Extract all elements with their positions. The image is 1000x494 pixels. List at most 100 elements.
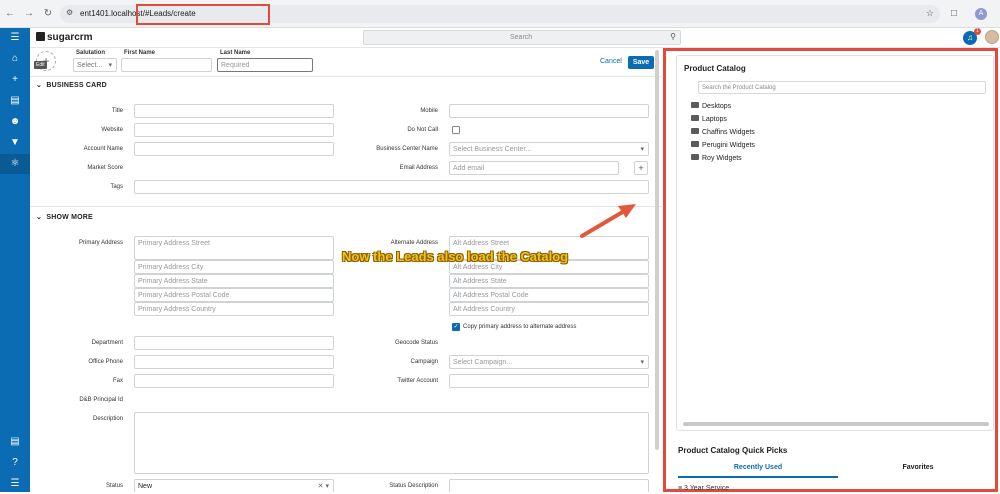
catalog-title: Product Catalog (684, 64, 746, 73)
extensions-icon[interactable]: □ (948, 8, 960, 20)
forward-icon[interactable]: → (23, 8, 35, 20)
logo-cube-icon (36, 32, 45, 41)
filter-icon[interactable]: ▼ (0, 133, 30, 153)
status-description-field[interactable] (449, 479, 649, 492)
annotation-text: Now the Leads also load the Catalog (342, 249, 569, 264)
cancel-button[interactable]: Cancel (600, 58, 622, 65)
last-name-field[interactable]: Required (217, 58, 313, 72)
account-name-field[interactable] (134, 142, 334, 156)
folder-icon (691, 102, 699, 108)
add-email-button[interactable]: + (634, 161, 648, 175)
active-tab-indicator (678, 476, 838, 478)
alt-state-field[interactable]: Alt Address State (449, 274, 649, 288)
business-card-header[interactable]: ⌄ BUSINESS CARD (36, 81, 107, 89)
department-field[interactable] (134, 336, 334, 350)
quick-pick-item[interactable]: ≡ 3 Year Service (678, 485, 729, 492)
layers-icon[interactable]: ☰ (0, 474, 30, 494)
catalog-horizontal-scrollbar[interactable] (683, 422, 989, 426)
description-field[interactable] (134, 412, 649, 474)
catalog-item[interactable]: Laptops (691, 115, 727, 123)
copy-address-label: Copy primary address to alternate addres… (463, 324, 577, 330)
website-field[interactable] (134, 123, 334, 137)
home-icon[interactable]: ⌂ (0, 49, 30, 69)
office-phone-field[interactable] (134, 355, 334, 369)
folder-icon (691, 128, 699, 134)
alternate-address-label: Alternate Address (390, 240, 438, 246)
do-not-call-checkbox[interactable] (452, 126, 460, 134)
campaign-select[interactable]: Select Campaign... ▾ (449, 355, 649, 369)
form-scrollbar[interactable] (655, 50, 659, 450)
salutation-label: Salutation (76, 50, 106, 56)
primary-state-field[interactable]: Primary Address State (134, 274, 334, 288)
profile-avatar[interactable]: A (975, 8, 987, 20)
app-header: sugarcrm Search ⚲ ♫ 1 (30, 28, 1000, 48)
url-highlight-box (136, 4, 270, 25)
documents-icon[interactable]: ▤ (0, 432, 30, 452)
left-sidebar: ☰ ⌂ + ▤ ☻ ▼ ⚛ ▤ ? ☰ (0, 28, 30, 492)
catalog-item[interactable]: Roy Widgets (691, 154, 742, 162)
status-description-label: Status Description (389, 483, 438, 489)
product-catalog-dashlet: Product Catalog Search the Product Catal… (663, 48, 998, 492)
catalog-item[interactable]: Perugini Widgets (691, 141, 755, 149)
alt-country-field[interactable]: Alt Address Country (449, 302, 649, 316)
mobile-field[interactable] (449, 104, 649, 118)
email-field[interactable]: Add email (449, 161, 619, 175)
primary-address-label: Primary Address (78, 240, 123, 246)
catalog-item[interactable]: Desktops (691, 102, 731, 110)
user-avatar[interactable] (985, 30, 999, 44)
chevron-down-icon: ▾ (108, 62, 112, 69)
title-field[interactable] (134, 104, 334, 118)
bookmark-star-icon[interactable]: ☆ (926, 8, 934, 19)
leads-icon[interactable]: ⚛ (0, 154, 30, 174)
department-label: Department (91, 340, 123, 346)
menu-icon[interactable]: ☰ (0, 28, 30, 48)
tab-favorites[interactable]: Favorites (838, 464, 998, 471)
edit-photo-tooltip: Edit (34, 61, 47, 69)
primary-street-field[interactable]: Primary Address Street (134, 236, 334, 260)
catalog-search-input[interactable]: Search the Product Catalog (698, 81, 986, 94)
primary-country-field[interactable]: Primary Address Country (134, 302, 334, 316)
quick-create-icon[interactable]: + (0, 70, 30, 90)
save-button[interactable]: Save (628, 56, 654, 69)
alt-postal-field[interactable]: Alt Address Postal Code (449, 288, 649, 302)
back-icon[interactable]: ← (4, 8, 16, 20)
catalog-item[interactable]: Chaffins Widgets (691, 128, 755, 136)
twitter-field[interactable] (449, 374, 649, 388)
salutation-select[interactable]: Select... ▾ (73, 58, 117, 72)
status-select[interactable]: New ✕ ▾ (134, 479, 334, 492)
copy-address-checkbox[interactable]: ✓ (452, 323, 460, 331)
global-search-input[interactable]: Search ⚲ (363, 30, 681, 45)
chevron-down-icon: ▾ (640, 146, 644, 153)
folder-icon (691, 115, 699, 121)
account-name-label: Account Name (83, 146, 123, 152)
divider (30, 76, 662, 77)
search-icon[interactable]: ⚲ (670, 32, 676, 41)
first-name-field[interactable] (121, 58, 212, 72)
address-bar[interactable]: ⚙ ent1401.localhost/#Leads/create ☆ (60, 4, 940, 25)
primary-city-field[interactable]: Primary Address City (134, 260, 334, 274)
contacts-icon[interactable]: ☻ (0, 112, 30, 132)
sugarcrm-logo[interactable]: sugarcrm (36, 32, 93, 43)
help-icon[interactable]: ? (0, 453, 30, 473)
chevron-down-icon: ▾ (640, 359, 644, 366)
website-label: Website (101, 127, 123, 133)
tags-label: Tags (110, 184, 123, 190)
first-name-label: First Name (124, 50, 156, 56)
tab-recently-used[interactable]: Recently Used (678, 464, 838, 471)
folder-icon (691, 141, 699, 147)
show-more-header[interactable]: ⌄ SHOW MORE (36, 213, 93, 221)
accounts-icon[interactable]: ▤ (0, 91, 30, 111)
reload-icon[interactable]: ↻ (42, 8, 54, 20)
primary-postal-field[interactable]: Primary Address Postal Code (134, 288, 334, 302)
lead-create-form: + Edit Salutation Select...▾ First Name … (30, 48, 662, 492)
folder-icon (691, 154, 699, 160)
description-label: Description (92, 416, 123, 422)
divider (30, 206, 662, 207)
fax-field[interactable] (134, 374, 334, 388)
site-info-icon[interactable]: ⚙ (66, 8, 73, 17)
twitter-label: Twitter Account (397, 378, 438, 384)
office-phone-label: Office Phone (88, 359, 123, 365)
business-center-select[interactable]: Select Business Center... ▾ (449, 142, 649, 156)
tags-field[interactable] (134, 180, 649, 194)
clear-chevron-icon: ✕ ▾ (317, 483, 329, 490)
